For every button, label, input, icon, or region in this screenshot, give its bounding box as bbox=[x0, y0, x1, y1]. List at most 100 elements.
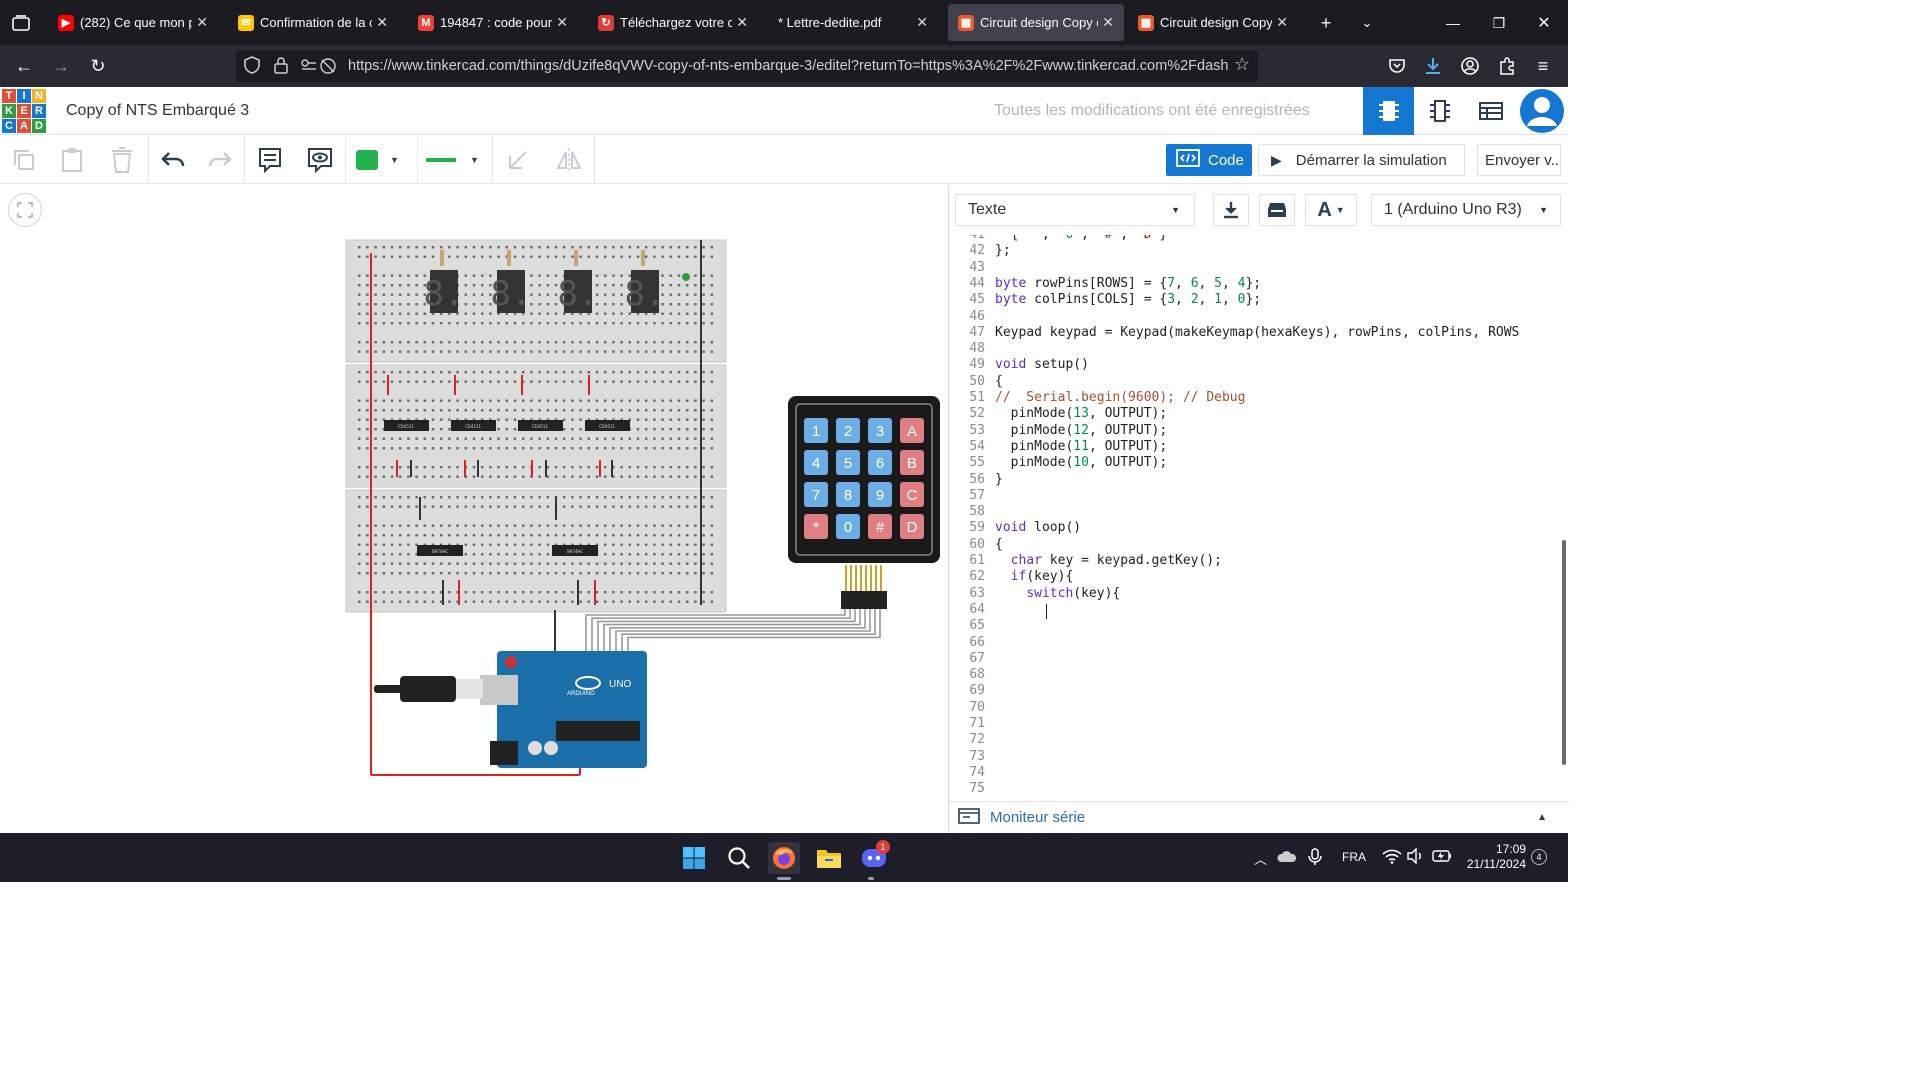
usb-connector[interactable] bbox=[400, 676, 456, 702]
permissions-icon[interactable] bbox=[300, 57, 338, 79]
code-line[interactable]: 52 pinMode(13, OUTPUT); bbox=[949, 406, 1569, 422]
chip-cd4511-3[interactable]: CD4511 bbox=[518, 420, 563, 431]
libraries-button[interactable] bbox=[1259, 194, 1295, 226]
keypad-key[interactable]: 1 bbox=[804, 418, 828, 443]
serial-monitor-bar[interactable]: Moniteur série ▲ bbox=[949, 801, 1569, 833]
resistor[interactable] bbox=[574, 250, 578, 266]
chip-cd4511-1[interactable]: CD4511 bbox=[384, 420, 429, 431]
clock[interactable]: 17:09 21/11/2024 bbox=[1466, 842, 1526, 872]
redo-icon[interactable] bbox=[202, 144, 238, 176]
breadboard-3[interactable] bbox=[345, 489, 727, 613]
browser-tab-7[interactable]: ▦ Circuit design Copy of✕ bbox=[1128, 4, 1298, 41]
new-tab-icon[interactable]: + bbox=[1313, 10, 1339, 36]
circuit-canvas[interactable]: 8. 8. 8. 8. CD4511 CD4511 CD4511 CD4511 SN74HC SN… bbox=[0, 185, 948, 833]
code-line[interactable]: 54 pinMode(11, OUTPUT); bbox=[949, 439, 1569, 455]
code-line[interactable]: 57 bbox=[949, 488, 1569, 504]
chip-sn74hc-2[interactable]: SN74HC bbox=[552, 545, 598, 556]
close-tab-icon[interactable]: ✕ bbox=[736, 14, 748, 31]
code-line[interactable]: 63 switch(key){ bbox=[949, 586, 1569, 602]
mirror-icon[interactable] bbox=[551, 144, 587, 176]
code-line[interactable]: 48 bbox=[949, 341, 1569, 357]
user-avatar[interactable] bbox=[1516, 87, 1567, 135]
code-line[interactable]: 45 byte colPins[COLS] = {3, 2, 1, 0}; bbox=[949, 292, 1569, 308]
url-bar[interactable]: https://www.tinkercad.com/things/dUzife8… bbox=[236, 50, 1258, 82]
keypad-key[interactable]: 2 bbox=[836, 418, 860, 443]
downloads-icon[interactable] bbox=[1420, 53, 1446, 79]
volume-icon[interactable] bbox=[1407, 847, 1425, 869]
code-line[interactable]: 47 Keypad keypad = Keypad(makeKeymap(hexa… bbox=[949, 325, 1569, 341]
usb-plug[interactable] bbox=[453, 679, 483, 699]
close-tab-icon[interactable]: ✕ bbox=[1102, 14, 1114, 31]
browser-tab-1[interactable]: ▶ (282) Ce que mon pèr✕ bbox=[48, 4, 218, 41]
keypad-key[interactable]: 7 bbox=[804, 482, 828, 507]
paste-icon[interactable] bbox=[54, 144, 90, 176]
pocket-icon[interactable] bbox=[1384, 53, 1410, 79]
code-button[interactable]: Code bbox=[1166, 144, 1252, 176]
keypad-key[interactable]: 8 bbox=[836, 482, 860, 507]
tray-chevron-icon[interactable]: ︿ bbox=[1254, 849, 1267, 868]
code-line[interactable]: 51 // Serial.begin(9600); // Debug bbox=[949, 390, 1569, 406]
note-visibility-icon[interactable] bbox=[302, 144, 338, 176]
resistor[interactable] bbox=[507, 250, 511, 266]
close-tab-icon[interactable]: ✕ bbox=[1276, 14, 1288, 31]
url-text[interactable]: https://www.tinkercad.com/things/dUzife8… bbox=[348, 58, 1228, 74]
close-tab-icon[interactable]: ✕ bbox=[376, 14, 388, 31]
microphone-icon[interactable] bbox=[1308, 848, 1322, 871]
extensions-icon[interactable] bbox=[1494, 53, 1520, 79]
code-line[interactable]: 65 bbox=[949, 618, 1569, 634]
tinkercad-logo[interactable]: TIN KER CAD bbox=[2, 89, 46, 133]
schematic-view-button[interactable] bbox=[1414, 87, 1465, 135]
delete-icon[interactable] bbox=[104, 144, 140, 176]
shield-icon[interactable] bbox=[244, 56, 260, 78]
code-editor[interactable]: 41 {'*', '0', '#', 'D'}42};4344byte rowP… bbox=[949, 235, 1569, 801]
chip-cd4511-4[interactable]: CD4511 bbox=[585, 420, 630, 431]
code-line[interactable]: 74 bbox=[949, 765, 1569, 781]
seven-segment-display-2[interactable]: 8. bbox=[491, 270, 532, 314]
browser-tab-3[interactable]: M 194847 : code pour ac✕ bbox=[408, 4, 578, 41]
code-line[interactable]: 69 bbox=[949, 683, 1569, 699]
code-line[interactable]: 70 bbox=[949, 700, 1569, 716]
browser-tab-2[interactable]: ✉ Confirmation de la co ✕ bbox=[228, 4, 398, 41]
seven-segment-display-3[interactable]: 8. bbox=[558, 270, 599, 314]
forward-icon[interactable]: → bbox=[48, 53, 74, 79]
code-line[interactable]: 50 { bbox=[949, 374, 1569, 390]
firefox-icon[interactable] bbox=[768, 842, 800, 874]
code-line[interactable]: 42}; bbox=[949, 243, 1569, 259]
download-code-button[interactable] bbox=[1213, 194, 1249, 226]
lock-icon[interactable] bbox=[274, 56, 288, 78]
font-size-button[interactable]: A ▼ bbox=[1305, 194, 1357, 226]
keypad-key[interactable]: 5 bbox=[836, 450, 860, 475]
keypad-key[interactable]: # bbox=[868, 514, 892, 539]
code-line[interactable]: 53 pinMode(12, OUTPUT); bbox=[949, 423, 1569, 439]
language-indicator[interactable]: FRA bbox=[1342, 850, 1366, 864]
close-tab-icon[interactable]: ✕ bbox=[556, 14, 568, 31]
bookmark-star-icon[interactable]: ☆ bbox=[1234, 54, 1250, 75]
account-icon[interactable] bbox=[1457, 53, 1483, 79]
note-icon[interactable] bbox=[252, 144, 288, 176]
reload-icon[interactable]: ↻ bbox=[85, 53, 111, 79]
code-line[interactable]: 43 bbox=[949, 260, 1569, 276]
close-tab-icon[interactable]: ✕ bbox=[916, 14, 928, 31]
close-window-icon[interactable]: ✕ bbox=[1531, 10, 1557, 36]
code-line[interactable]: 64 bbox=[949, 602, 1569, 618]
keypad-key[interactable]: D bbox=[900, 514, 924, 539]
code-line[interactable]: 72 bbox=[949, 732, 1569, 748]
seven-segment-display-1[interactable]: 8. bbox=[424, 270, 465, 314]
circuit-view-button[interactable] bbox=[1363, 87, 1414, 135]
code-line[interactable]: 46 bbox=[949, 309, 1569, 325]
chip-sn74hc-1[interactable]: SN74HC bbox=[417, 545, 463, 556]
code-line[interactable]: 59 void loop() bbox=[949, 520, 1569, 536]
start-icon[interactable] bbox=[678, 842, 710, 874]
discord-icon[interactable]: 1 bbox=[858, 840, 890, 874]
keypad-key[interactable]: C bbox=[900, 482, 924, 507]
code-line[interactable]: 60 { bbox=[949, 537, 1569, 553]
wire-type-picker[interactable]: ▼ bbox=[426, 144, 486, 176]
copy-icon[interactable] bbox=[6, 144, 42, 176]
code-line[interactable]: 73 bbox=[949, 749, 1569, 765]
code-line[interactable]: 66 bbox=[949, 635, 1569, 651]
code-line[interactable]: 49 void setup() bbox=[949, 357, 1569, 373]
undo-icon[interactable] bbox=[155, 144, 191, 176]
battery-icon[interactable] bbox=[1432, 848, 1452, 869]
code-line[interactable]: 68 bbox=[949, 667, 1569, 683]
code-line[interactable]: 44 byte rowPins[ROWS] = {7, 6, 5, 4}; bbox=[949, 276, 1569, 292]
